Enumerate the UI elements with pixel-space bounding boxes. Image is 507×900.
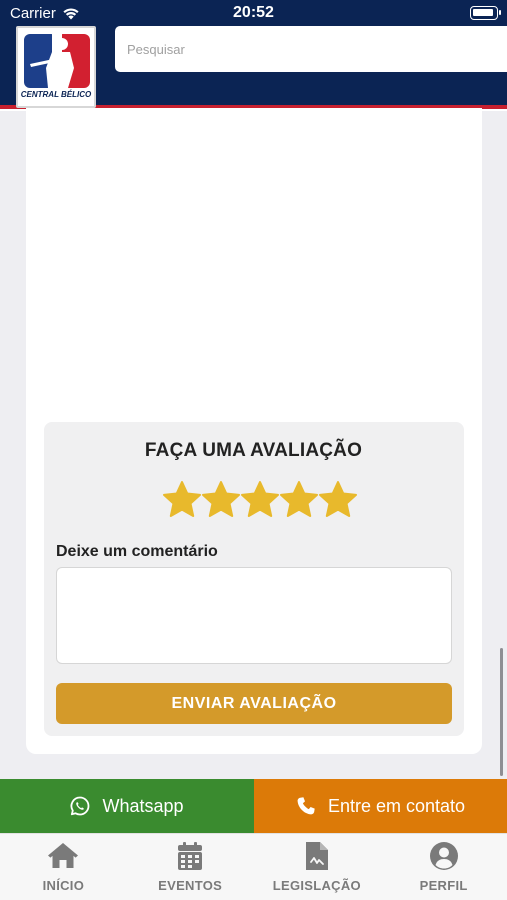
review-title: FAÇA UMA AVALIAÇÃO xyxy=(144,440,363,461)
tab-label: INÍCIO xyxy=(42,878,85,893)
home-icon xyxy=(47,840,79,872)
search-input[interactable] xyxy=(115,26,507,72)
soldier-emblem-icon xyxy=(24,34,90,88)
comment-field[interactable] xyxy=(56,567,452,664)
star-icon[interactable] xyxy=(318,480,357,520)
user-icon xyxy=(428,840,460,872)
tab-perfil[interactable]: PERFIL xyxy=(380,834,507,900)
contact-bar: Whatsapp Entre em contato xyxy=(0,779,507,833)
clock: 20:52 xyxy=(233,4,274,21)
search-box[interactable] xyxy=(115,26,507,72)
whatsapp-label: Whatsapp xyxy=(102,795,184,816)
tab-inicio[interactable]: INÍCIO xyxy=(0,834,127,900)
status-bar: Carrier 20:52 xyxy=(0,0,507,26)
submit-review-button[interactable]: ENVIAR AVALIAÇÃO xyxy=(56,683,452,724)
contact-label: Entre em contato xyxy=(327,795,466,816)
phone-icon xyxy=(296,796,316,816)
star-icon[interactable] xyxy=(162,480,201,520)
comment-label: Deixe um comentário xyxy=(56,543,218,560)
tab-label: EVENTOS xyxy=(158,878,223,893)
calendar-icon xyxy=(174,840,206,872)
tab-legislacao[interactable]: LEGISLAÇÃO xyxy=(254,834,381,900)
tab-label: PERFIL xyxy=(419,878,468,893)
scroll-indicator xyxy=(500,648,503,776)
star-icon[interactable] xyxy=(201,480,240,520)
battery-icon xyxy=(470,6,501,20)
contact-button[interactable]: Entre em contato xyxy=(254,779,507,833)
tab-label: LEGISLAÇÃO xyxy=(272,878,361,893)
brand-logo[interactable]: CENTRAL BÉLICO xyxy=(16,26,96,108)
tab-eventos[interactable]: EVENTOS xyxy=(127,834,254,900)
star-icon[interactable] xyxy=(240,480,279,520)
star-icon[interactable] xyxy=(279,480,318,520)
tab-bar: INÍCIO EVENTOS LEGISLAÇÃO PERFIL xyxy=(0,833,507,900)
logo-text: CENTRAL BÉLICO xyxy=(20,90,92,99)
whatsapp-button[interactable]: Whatsapp xyxy=(0,779,254,833)
document-icon xyxy=(301,840,333,872)
star-rating[interactable] xyxy=(162,480,362,522)
whatsapp-icon xyxy=(70,796,90,816)
